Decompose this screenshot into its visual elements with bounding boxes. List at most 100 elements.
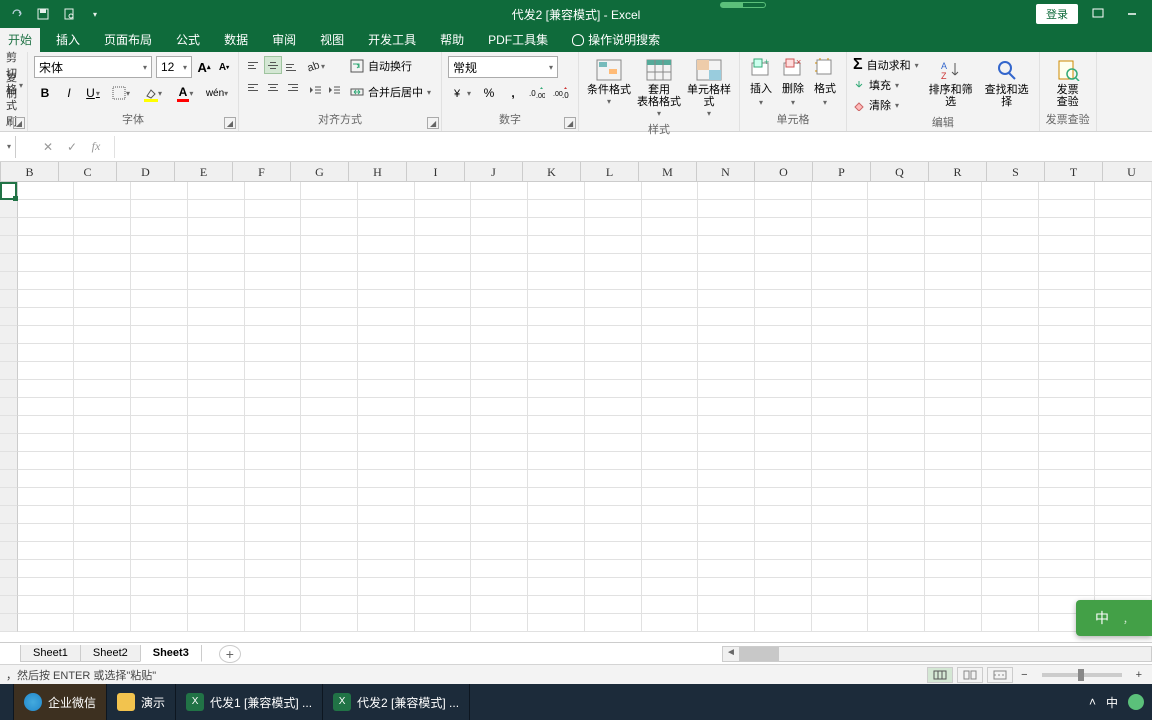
bold-button[interactable]: B	[34, 82, 56, 104]
sheet-tab[interactable]: Sheet1	[20, 645, 81, 662]
font-color-button[interactable]: A▾	[170, 82, 200, 104]
decrease-font-icon[interactable]: A▾	[216, 59, 232, 75]
tray-ime[interactable]: 中	[1106, 694, 1118, 711]
tab-formula[interactable]: 公式	[168, 27, 208, 52]
qat-customize-icon[interactable]: ▾	[86, 5, 104, 23]
column-header[interactable]: T	[1045, 162, 1103, 181]
column-header[interactable]: D	[117, 162, 175, 181]
orientation-button[interactable]: ab▾	[305, 56, 331, 76]
tell-me-search[interactable]: 操作说明搜索	[564, 31, 668, 52]
increase-font-icon[interactable]: A▴	[196, 59, 212, 75]
ime-indicator[interactable]: 中 ，	[1076, 600, 1152, 636]
delete-cells-button[interactable]: × 删除▾	[778, 56, 808, 107]
column-header[interactable]: E	[175, 162, 233, 181]
spreadsheet-grid[interactable]: BCDEFGHIJKLMNOPQRSTU 中 ，	[0, 162, 1152, 642]
phonetic-button[interactable]: wén▾	[202, 82, 232, 104]
tray-app-icon[interactable]	[1128, 694, 1144, 710]
cancel-icon[interactable]: ✕	[40, 140, 56, 154]
insert-cells-button[interactable]: + 插入▾	[746, 56, 776, 107]
column-header[interactable]: F	[233, 162, 291, 181]
zoom-out-icon[interactable]: −	[1017, 669, 1031, 681]
zoom-slider[interactable]	[1042, 673, 1122, 677]
align-right-icon[interactable]	[283, 78, 301, 96]
clear-button[interactable]: 清除▾	[853, 96, 919, 114]
font-size-combo[interactable]: 12▾	[156, 56, 192, 78]
autosum-button[interactable]: Σ自动求和▾	[853, 56, 919, 74]
increase-decimal-icon[interactable]: .0.00	[526, 82, 548, 104]
redo-icon[interactable]	[8, 5, 26, 23]
align-bottom-icon[interactable]	[283, 56, 301, 74]
taskbar-excel-1[interactable]: X 代发1 [兼容模式] ...	[176, 684, 323, 720]
tab-developer[interactable]: 开发工具	[360, 27, 424, 52]
tab-pdf[interactable]: PDF工具集	[480, 27, 556, 52]
increase-indent-icon[interactable]	[324, 80, 342, 98]
cell-styles-button[interactable]: 单元格样式▾	[685, 56, 733, 121]
add-sheet-button[interactable]: +	[219, 645, 241, 663]
tab-review[interactable]: 审阅	[264, 27, 304, 52]
decrease-indent-icon[interactable]	[305, 80, 323, 98]
conditional-format-button[interactable]: 条件格式▾	[585, 56, 633, 121]
column-header[interactable]: L	[581, 162, 639, 181]
tab-insert[interactable]: 插入	[48, 27, 88, 52]
active-cell[interactable]	[0, 182, 17, 200]
wrap-text-button[interactable]: 自动换行	[346, 56, 435, 76]
column-header[interactable]: U	[1103, 162, 1152, 181]
align-left-icon[interactable]	[245, 78, 263, 96]
tray-chevron-icon[interactable]: ˄	[1089, 695, 1096, 709]
align-launcher[interactable]: ◢	[427, 117, 439, 129]
preview-icon[interactable]	[60, 5, 78, 23]
scroll-left-icon[interactable]: ◄	[723, 647, 739, 661]
column-header[interactable]: J	[465, 162, 523, 181]
percent-button[interactable]: %	[478, 82, 500, 104]
zoom-in-icon[interactable]: +	[1132, 669, 1146, 681]
align-middle-icon[interactable]	[264, 56, 282, 74]
column-header[interactable]: G	[291, 162, 349, 181]
number-launcher[interactable]: ◢	[564, 117, 576, 129]
font-launcher[interactable]: ◢	[224, 117, 236, 129]
format-painter-button[interactable]: 格式刷	[6, 96, 21, 114]
fill-button[interactable]: 填充▾	[853, 76, 919, 94]
column-header[interactable]: K	[523, 162, 581, 181]
name-box[interactable]: ▾	[0, 136, 16, 158]
merge-center-button[interactable]: 合并后居中▾	[346, 82, 435, 102]
fill-color-button[interactable]: ▾	[138, 82, 168, 104]
align-center-icon[interactable]	[264, 78, 282, 96]
italic-button[interactable]: I	[58, 82, 80, 104]
sheet-tab[interactable]: Sheet2	[80, 645, 141, 662]
tab-view[interactable]: 视图	[312, 27, 352, 52]
fx-icon[interactable]: fx	[88, 139, 104, 154]
start-button[interactable]	[0, 684, 14, 720]
number-format-combo[interactable]: 常规▾	[448, 56, 558, 78]
align-top-icon[interactable]	[245, 56, 263, 74]
column-header[interactable]: C	[59, 162, 117, 181]
enter-icon[interactable]: ✓	[64, 140, 80, 154]
clipboard-launcher[interactable]: ◢	[13, 117, 25, 129]
page-break-view-icon[interactable]	[987, 667, 1013, 683]
border-button[interactable]: ▾	[106, 82, 136, 104]
font-name-combo[interactable]: 宋体▾	[34, 56, 152, 78]
normal-view-icon[interactable]	[927, 667, 953, 683]
column-header[interactable]: R	[929, 162, 987, 181]
tab-layout[interactable]: 页面布局	[96, 27, 160, 52]
column-header[interactable]: P	[813, 162, 871, 181]
underline-button[interactable]: U▾	[82, 82, 104, 104]
taskbar-wechat[interactable]: 企业微信	[14, 684, 107, 720]
column-header[interactable]: O	[755, 162, 813, 181]
taskbar-excel-2[interactable]: X 代发2 [兼容模式] ...	[323, 684, 470, 720]
accounting-format-button[interactable]: ¥▾	[448, 82, 476, 104]
invoice-check-button[interactable]: 发票 查验	[1046, 56, 1090, 110]
tab-data[interactable]: 数据	[216, 27, 256, 52]
login-button[interactable]: 登录	[1036, 4, 1078, 24]
decrease-decimal-icon[interactable]: .00.0	[550, 82, 572, 104]
find-select-button[interactable]: 查找和选择	[981, 56, 1033, 114]
column-header[interactable]: Q	[871, 162, 929, 181]
format-as-table-button[interactable]: 套用 表格格式▾	[635, 56, 683, 121]
column-header[interactable]: S	[987, 162, 1045, 181]
minimize-icon[interactable]	[1118, 4, 1146, 24]
page-layout-view-icon[interactable]	[957, 667, 983, 683]
scroll-thumb[interactable]	[739, 647, 779, 661]
taskbar-explorer[interactable]: 演示	[107, 684, 176, 720]
sort-filter-button[interactable]: AZ 排序和筛选	[925, 56, 977, 114]
sheet-tab[interactable]: Sheet3	[140, 645, 202, 662]
column-header[interactable]: N	[697, 162, 755, 181]
